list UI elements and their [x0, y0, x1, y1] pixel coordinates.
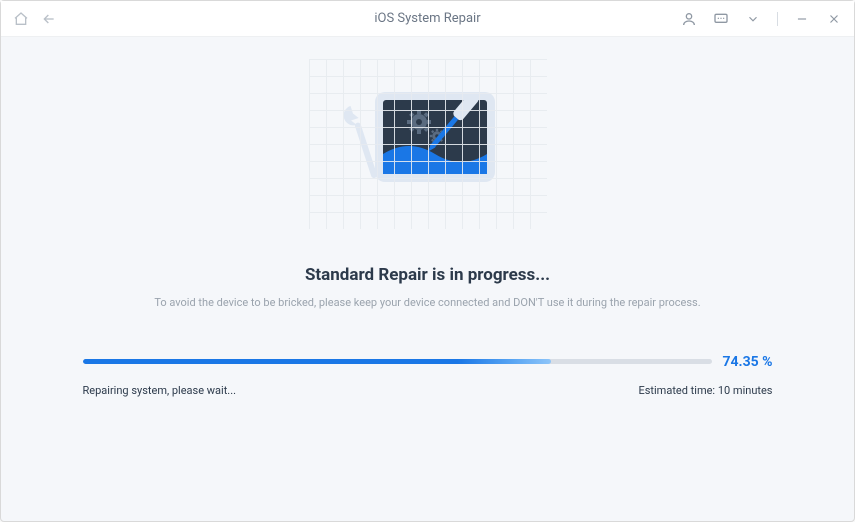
chevron-down-icon[interactable]: [745, 11, 761, 27]
app-window: iOS System Repair: [0, 0, 855, 522]
progress-subtext: To avoid the device to be bricked, pleas…: [154, 295, 700, 312]
back-icon[interactable]: [41, 11, 57, 27]
titlebar-right: [681, 11, 842, 27]
titlebar: iOS System Repair: [1, 1, 854, 37]
progress-track: [83, 359, 713, 364]
time-estimate: Estimated time: 10 minutes: [638, 384, 772, 397]
grid-background: [309, 59, 547, 229]
progress-percent-label: 74.35 %: [722, 354, 772, 370]
progress-bar-section: 74.35 %: [83, 354, 773, 370]
repair-illustration: [278, 59, 578, 229]
home-icon[interactable]: [13, 11, 29, 27]
minimize-icon[interactable]: [794, 11, 810, 27]
progress-heading: Standard Repair is in progress...: [305, 265, 550, 285]
close-icon[interactable]: [826, 11, 842, 27]
main-content: Standard Repair is in progress... To avo…: [1, 37, 854, 521]
titlebar-left: [13, 11, 57, 27]
status-message: Repairing system, please wait...: [83, 384, 237, 397]
titlebar-separator: [777, 12, 778, 26]
progress-fill: [83, 359, 551, 364]
progress-status-row: Repairing system, please wait... Estimat…: [83, 384, 773, 397]
user-icon[interactable]: [681, 11, 697, 27]
feedback-icon[interactable]: [713, 11, 729, 27]
